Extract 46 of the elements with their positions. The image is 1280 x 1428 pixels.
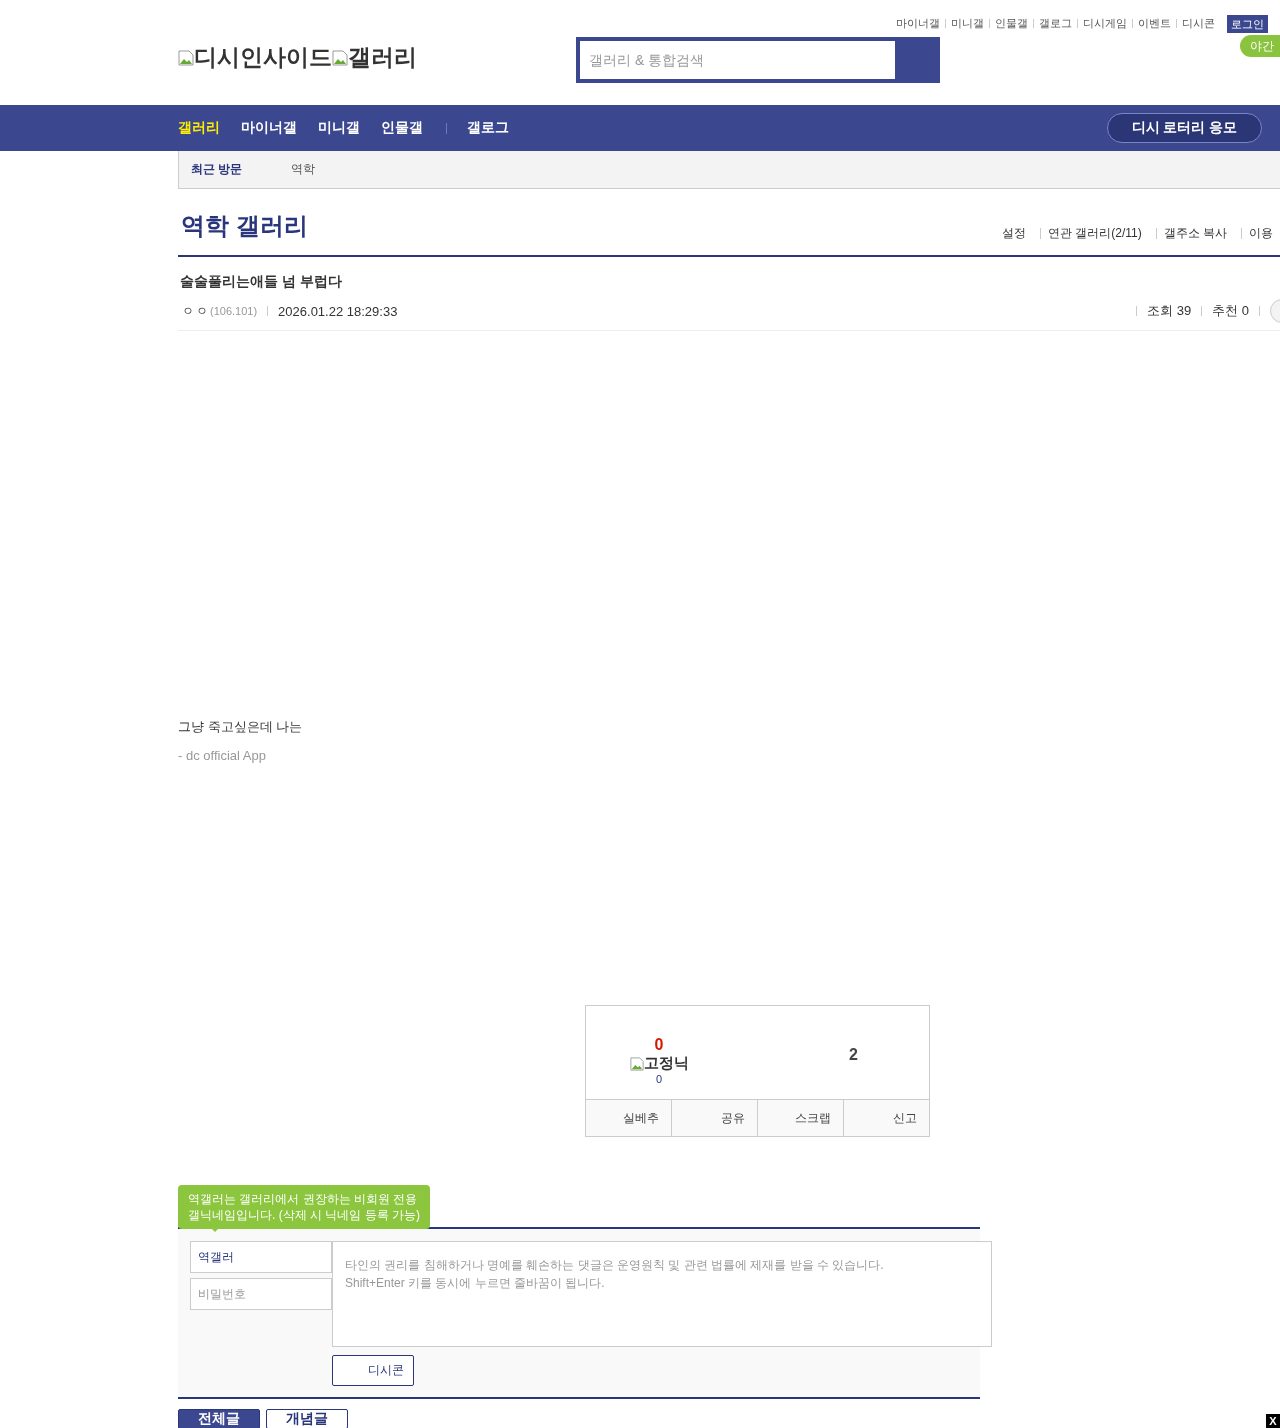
top-link[interactable]: 디시게임 (1083, 15, 1127, 31)
logo-text[interactable]: 갤러리 (348, 42, 417, 73)
password-field[interactable]: 비밀번호 (190, 1278, 332, 1310)
post-date: 2026.01.22 18:29:33 (278, 303, 398, 319)
logo-text[interactable]: 디시인사이드 (194, 42, 332, 73)
recent-visits-label: 최근 방문 (191, 161, 244, 178)
list-tab[interactable]: 전체글 (178, 1409, 260, 1428)
gallery-link[interactable]: 이용 (1249, 225, 1274, 242)
broken-image-icon (332, 49, 348, 66)
post-text: 그냥 죽고싶은데 나는 (178, 718, 304, 736)
top-link[interactable]: 갤로그 (1039, 15, 1072, 31)
author-ip: (106.101) (210, 305, 258, 317)
gallery-link[interactable]: 설정 (1002, 225, 1026, 242)
top-link[interactable]: 미니갤 (951, 15, 984, 31)
list-tab[interactable]: 개념글 (266, 1409, 348, 1428)
downvote-count: 2 (849, 1046, 858, 1064)
top-link[interactable]: 이벤트 (1138, 15, 1171, 31)
nav-tab[interactable]: 인물갤 (381, 119, 423, 137)
nav-tab[interactable]: 마이너갤 (241, 119, 297, 137)
fixed-nick-count: 0 (655, 1073, 663, 1085)
top-link[interactable]: 디시콘 (1182, 15, 1215, 31)
top-link[interactable]: 마이너갤 (896, 15, 940, 31)
upvote-count: 0 (654, 1036, 664, 1054)
nav-tab[interactable]: 미니갤 (318, 119, 360, 137)
gallery-title[interactable]: 역학 갤러리 (178, 210, 1002, 242)
login-button[interactable]: 로그인 (1227, 14, 1268, 33)
nav-tab[interactable]: 갤로그 (467, 119, 509, 137)
gallery-link[interactable]: 연관 갤러리(2/11) (1048, 225, 1142, 242)
fixed-nick-label: 고정닉 (643, 1054, 689, 1073)
comment-field[interactable]: 타인의 권리를 침해하거나 명예를 훼손하는 댓글은 운영원칙 및 관련 법률에 제재를 받을 수 있습니다. Shift+Enter 키를 동시에 누르면 줄바꿈이 됩니다. (332, 1241, 992, 1347)
nav-tab[interactable]: 갤러리 (178, 119, 220, 137)
post-title: 술술풀리는애들 넘 부럽다 (179, 273, 343, 291)
recent-gallery-link[interactable]: 역학 (291, 161, 315, 178)
gallery-link[interactable]: 갤주소 복사 (1163, 225, 1228, 242)
top-link[interactable]: 인물갤 (995, 15, 1028, 31)
author-name[interactable]: ㅇㅇ (182, 302, 210, 320)
recommend-count: 추천 0 (1212, 302, 1249, 320)
dccon-button[interactable]: 디시콘 (332, 1355, 414, 1386)
view-count: 조회 39 (1147, 302, 1192, 320)
broken-image-icon (178, 49, 194, 66)
close-button[interactable]: X (1266, 1414, 1280, 1428)
lottery-button[interactable]: 디시 로터리 응모 (1107, 113, 1262, 143)
nickname-field[interactable]: 역갤러 (190, 1241, 332, 1273)
broken-image-icon (629, 1056, 644, 1071)
search-field[interactable]: 갤러리 & 통합검색 (576, 37, 940, 83)
app-signature: - dc official App (178, 747, 267, 765)
